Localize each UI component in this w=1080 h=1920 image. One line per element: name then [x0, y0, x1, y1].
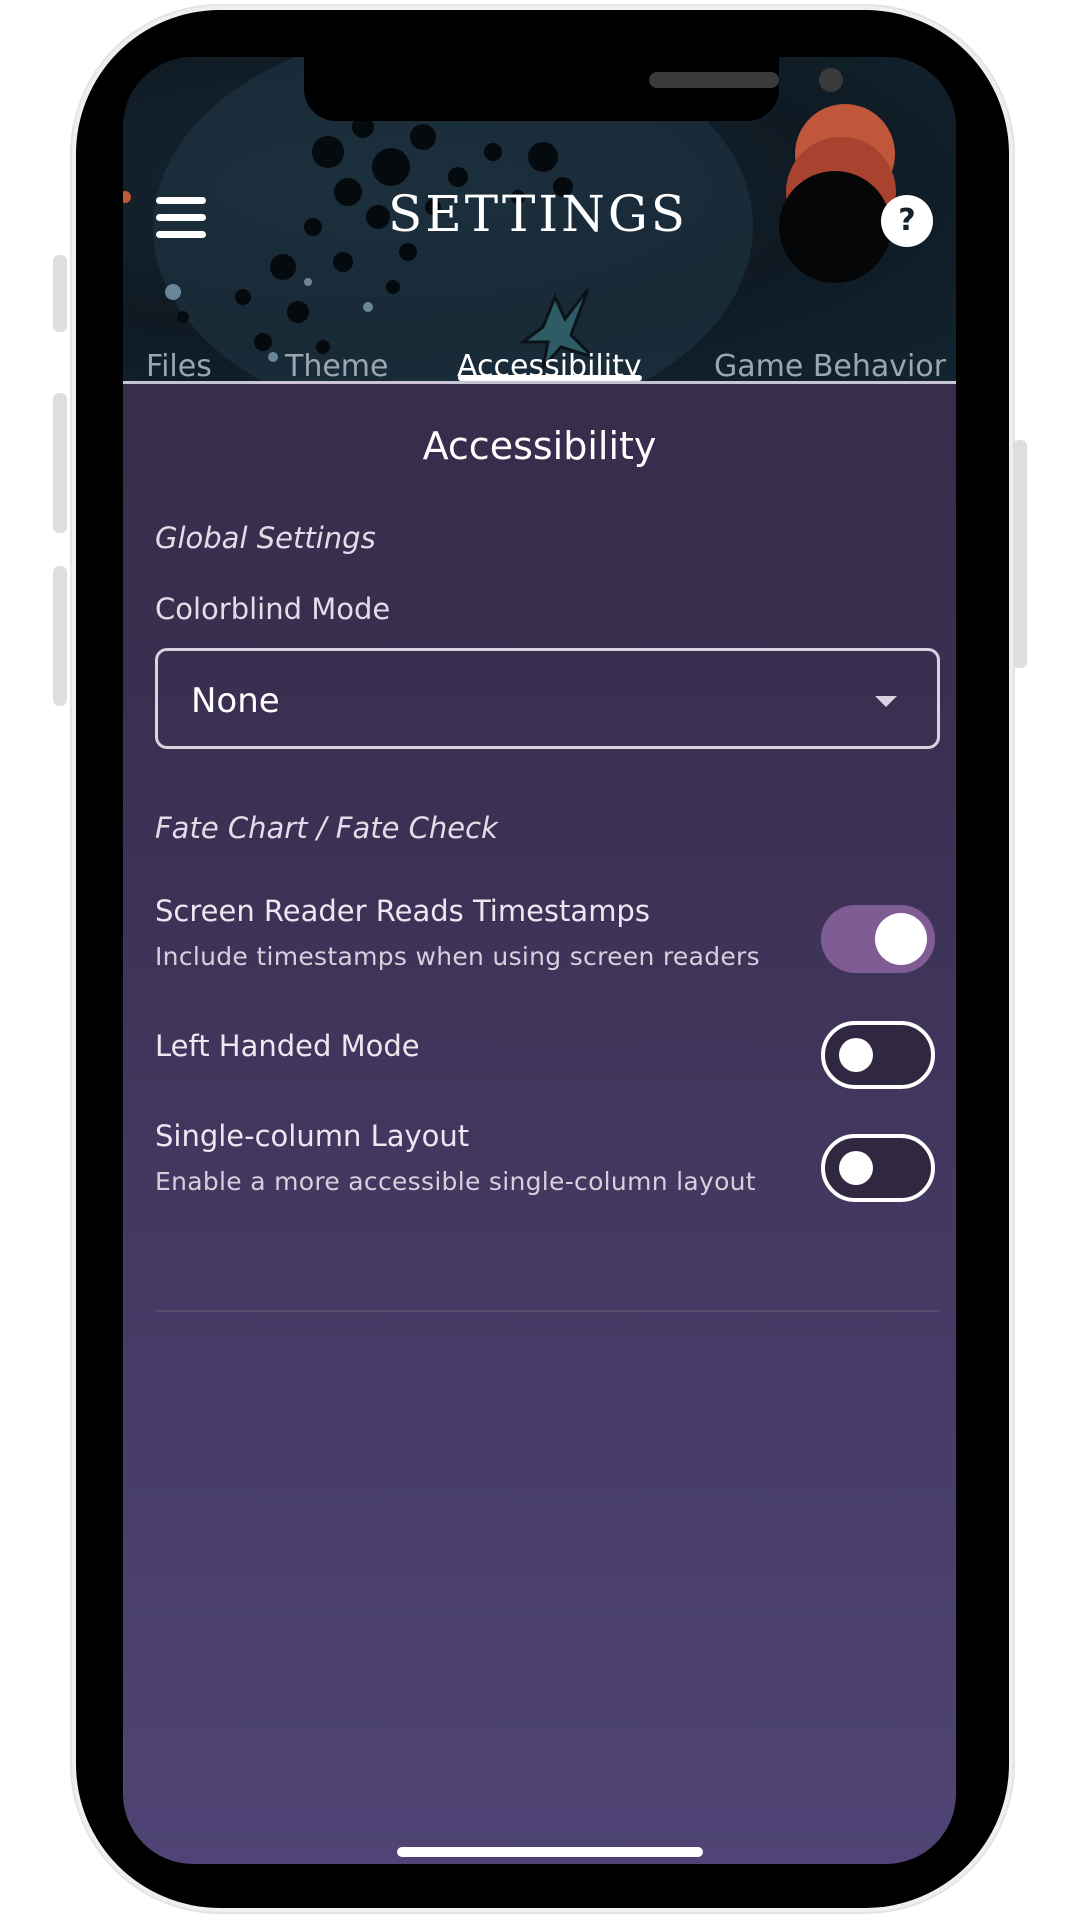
earpiece-speaker — [649, 72, 779, 88]
setting-title: Screen Reader Reads Timestamps — [155, 894, 650, 928]
caret-down-icon — [875, 696, 897, 707]
toggle-knob — [839, 1151, 873, 1185]
device-notch — [304, 57, 843, 121]
colorblind-mode-select[interactable]: None — [155, 648, 940, 749]
page-title: SETTINGS — [387, 185, 689, 243]
device-stage: SETTINGS ? Files Theme Accessibility Gam… — [0, 0, 1080, 1920]
app-screen: SETTINGS ? Files Theme Accessibility Gam… — [123, 57, 956, 1864]
hamburger-menu-icon[interactable] — [156, 197, 206, 239]
screen-reader-timestamps-toggle[interactable] — [821, 905, 935, 973]
home-indicator[interactable] — [397, 1847, 703, 1857]
toggle-knob — [839, 1038, 873, 1072]
group-label-fate-chart: Fate Chart / Fate Check — [155, 811, 498, 845]
front-camera — [819, 68, 843, 92]
colorblind-mode-value: None — [191, 681, 280, 721]
setting-title: Single-column Layout — [155, 1119, 470, 1153]
power-button — [1013, 440, 1027, 668]
section-title: Accessibility — [422, 424, 657, 468]
app-header: SETTINGS ? — [123, 57, 956, 381]
colorblind-mode-label: Colorblind Mode — [155, 592, 391, 626]
content-divider — [155, 1310, 940, 1312]
toggle-knob — [875, 913, 927, 965]
tab-game-behavior[interactable]: Game Behavior — [714, 349, 946, 384]
single-column-layout-toggle[interactable] — [821, 1134, 935, 1202]
group-label-global-settings: Global Settings — [155, 521, 376, 555]
tab-files[interactable]: Files — [146, 349, 212, 384]
tab-theme[interactable]: Theme — [285, 349, 388, 384]
header-divider — [123, 381, 956, 384]
help-icon[interactable]: ? — [881, 195, 933, 247]
mute-switch — [53, 255, 67, 332]
volume-down-button — [53, 566, 67, 706]
volume-up-button — [53, 393, 67, 533]
left-handed-mode-toggle[interactable] — [821, 1021, 935, 1089]
